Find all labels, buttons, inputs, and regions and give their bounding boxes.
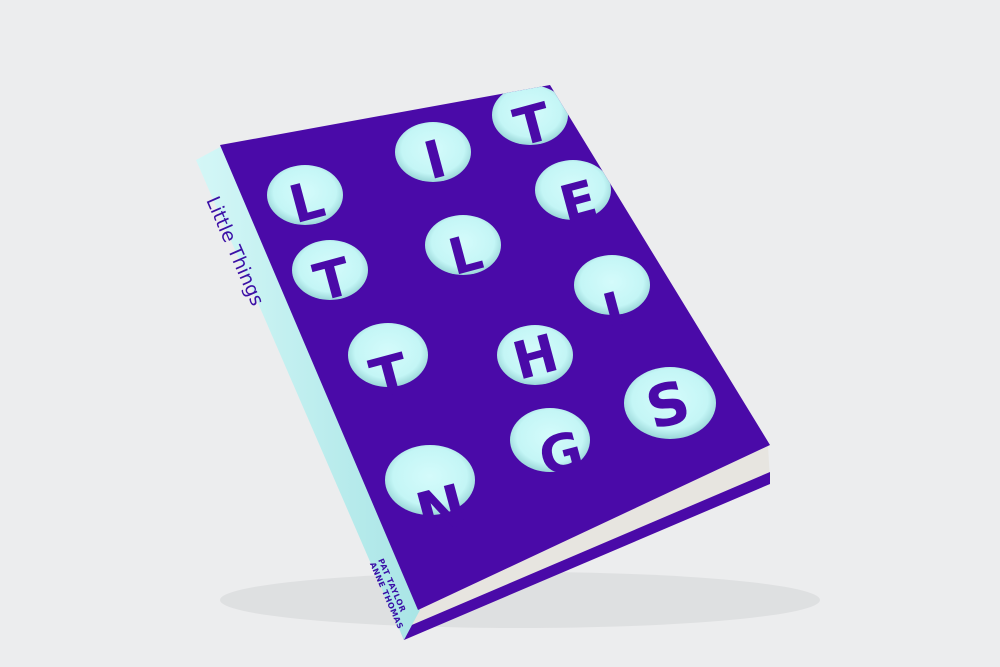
book-scene: L I T T L E T H I N G S Little Things PA… [196, 85, 820, 640]
